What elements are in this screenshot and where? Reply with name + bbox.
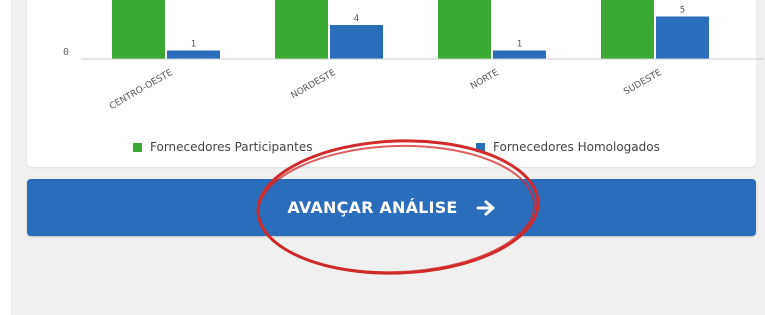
- arrow-right-icon: [476, 200, 496, 216]
- bar-homologados-norte: [493, 50, 546, 59]
- bar-homologados-nordeste: [330, 25, 383, 59]
- bar-participantes-sudeste: [601, 0, 654, 59]
- bar-homologados-centro-oeste: [167, 50, 220, 59]
- legend-swatch-participantes: [133, 142, 142, 152]
- legend-item-participantes: Fornecedores Participantes: [133, 140, 312, 154]
- bar-participantes-nordeste: [275, 0, 328, 59]
- legend-label-participantes: Fornecedores Participantes: [150, 140, 313, 154]
- bar-participantes-centro-oeste: [112, 0, 165, 59]
- data-label-homologados: 4: [354, 14, 359, 24]
- bar-homologados-sudeste: [656, 16, 709, 59]
- x-tick-label: SUDESTE: [622, 68, 663, 98]
- x-tick-label: NORTE: [469, 68, 501, 92]
- y-tick-label: 0: [63, 47, 69, 58]
- avancar-analise-label: AVANÇAR ANÁLISE: [287, 198, 458, 217]
- legend-label-homologados: Fornecedores Homologados: [493, 140, 660, 154]
- avancar-analise-button[interactable]: AVANÇAR ANÁLISE: [27, 179, 756, 236]
- x-tick-label: NORDESTE: [290, 68, 338, 102]
- chart-legend: Fornecedores Participantes Fornecedores …: [27, 140, 756, 158]
- data-label-homologados: 1: [517, 40, 522, 50]
- legend-swatch-homologados: [476, 142, 485, 152]
- data-label-homologados: 1: [191, 40, 196, 50]
- data-label-homologados: 5: [680, 6, 685, 16]
- bar-participantes-norte: [438, 0, 491, 59]
- legend-item-homologados: Fornecedores Homologados: [476, 140, 660, 154]
- x-tick-label: CENTRO-OESTE: [108, 68, 175, 112]
